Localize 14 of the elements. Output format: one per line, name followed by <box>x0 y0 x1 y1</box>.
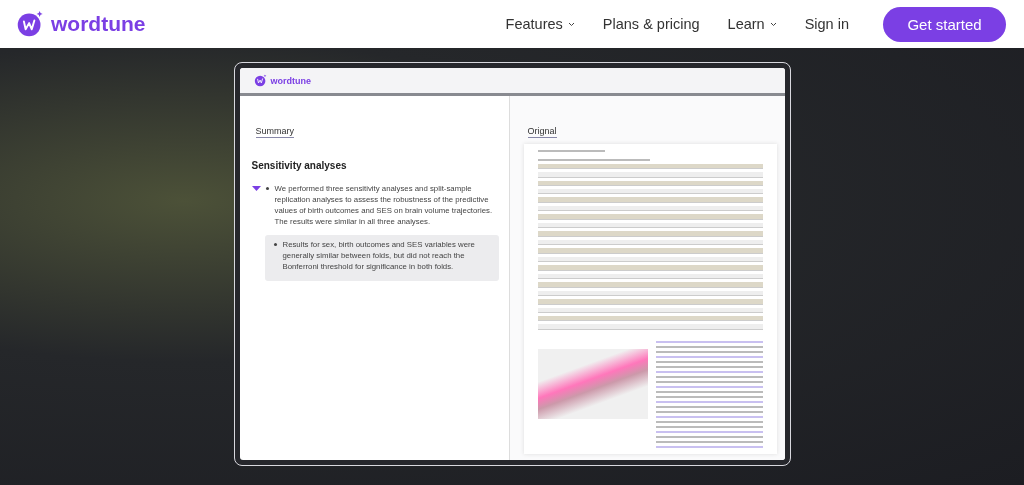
section-heading: Sensitivity analyses <box>251 160 348 171</box>
original-tab[interactable]: Orignal <box>527 126 557 138</box>
nav-link[interactable]: Sign in <box>804 16 849 32</box>
bullet-icon <box>273 243 277 246</box>
get-started-button[interactable]: Get started <box>883 6 1006 42</box>
bullet-icon <box>265 187 269 190</box>
summary-tab[interactable]: Summary <box>255 126 294 138</box>
logo-icon <box>253 74 267 87</box>
nav-link[interactable]: Learn <box>727 16 777 32</box>
nav-link[interactable]: Features <box>505 16 575 32</box>
app-brand-name: wordtune <box>270 75 311 86</box>
logo-icon <box>16 10 44 38</box>
nav-link[interactable]: Plans & pricing <box>602 16 700 32</box>
brand-name: wordtune <box>51 12 146 36</box>
